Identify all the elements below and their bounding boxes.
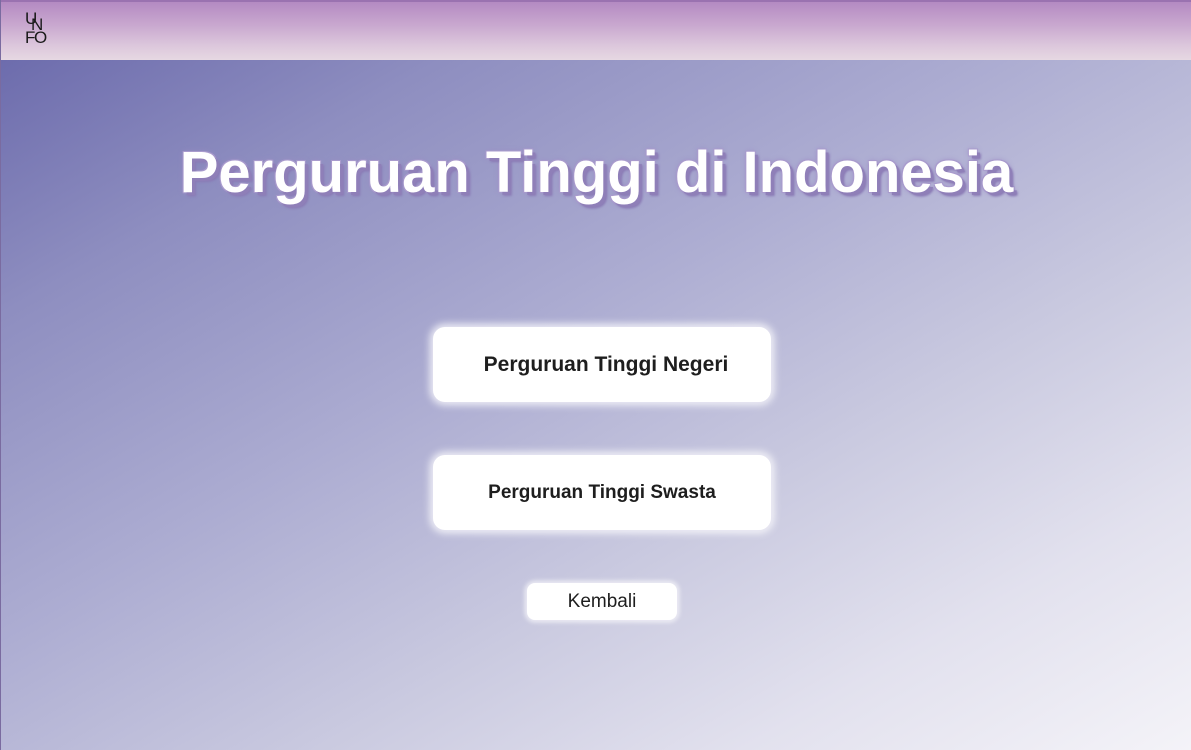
logo[interactable]: U N F O	[23, 10, 53, 48]
page-title: Perguruan Tinggi di Indonesia	[179, 140, 1014, 205]
app-window: U N F O Perguruan Tinggi di Indonesia Pe…	[0, 0, 1191, 750]
logo-letter-o: O	[34, 28, 48, 47]
top-bar: U N F O	[1, 0, 1191, 60]
swasta-button[interactable]: Perguruan Tinggi Swasta	[433, 455, 771, 530]
back-button[interactable]: Kembali	[527, 583, 677, 620]
negeri-button[interactable]: Perguruan Tinggi Negeri	[433, 327, 771, 402]
